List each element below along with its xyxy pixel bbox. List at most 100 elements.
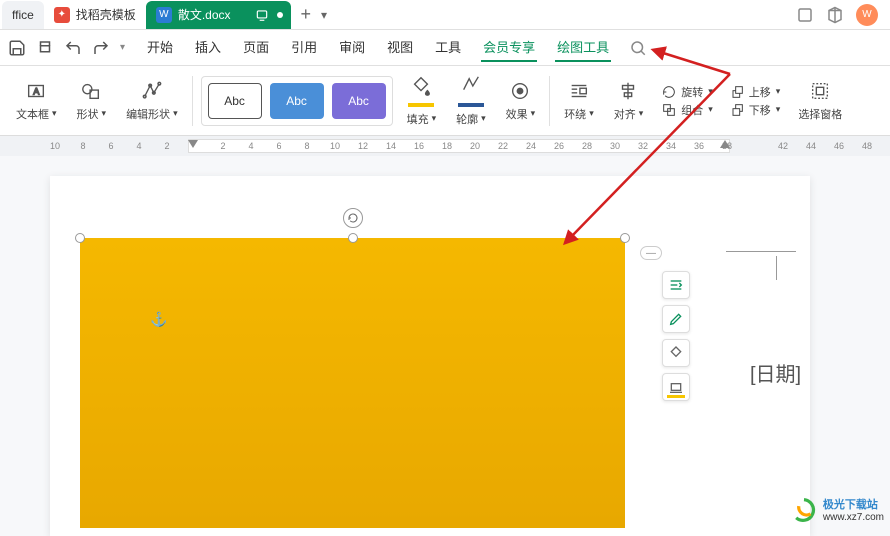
resize-handle-tm[interactable] xyxy=(348,233,358,243)
menu-insert[interactable]: 插入 xyxy=(193,33,223,62)
style-preset-3[interactable]: Abc xyxy=(332,83,386,119)
word-doc-icon: W xyxy=(156,7,172,23)
ruler-tick: 14 xyxy=(386,141,396,151)
left-indent-marker[interactable] xyxy=(188,140,198,150)
selected-shape-rectangle[interactable] xyxy=(80,238,625,528)
outline-color-swatch xyxy=(458,103,484,107)
tab-template[interactable]: ✦ 找稻壳模板 xyxy=(44,1,146,29)
menu-reference[interactable]: 引用 xyxy=(289,33,319,62)
ruler-tick: 46 xyxy=(834,141,844,151)
redo-icon[interactable] xyxy=(92,39,110,57)
ruler-tick: 4 xyxy=(246,141,256,151)
template-icon: ✦ xyxy=(54,7,70,23)
ribbon-divider xyxy=(192,76,193,126)
anchor-icon: ⚓ xyxy=(150,311,167,328)
add-tab-button[interactable]: + xyxy=(301,4,312,25)
edit-shape-button[interactable]: 编辑形状▾ xyxy=(120,80,184,122)
ruler-tick: 42 xyxy=(778,141,788,151)
horizontal-ruler[interactable]: 1086422468101214161820222426283032343638… xyxy=(0,136,890,156)
resize-handle-tl[interactable] xyxy=(75,233,85,243)
ruler-tick: 36 xyxy=(694,141,704,151)
ruler-tick: 22 xyxy=(498,141,508,151)
float-edit-button[interactable] xyxy=(662,305,690,333)
qat-dropdown[interactable]: ▾ xyxy=(120,42,125,53)
ribbon-divider xyxy=(549,76,550,126)
selection-pane-button[interactable]: 选择窗格 xyxy=(792,80,848,122)
user-avatar[interactable]: W xyxy=(856,4,878,26)
group-button[interactable]: 组合▾ xyxy=(661,102,713,118)
date-placeholder-text[interactable]: [日期] xyxy=(750,358,801,387)
window-icon[interactable] xyxy=(796,6,814,24)
move-down-button[interactable]: 下移▾ xyxy=(729,102,781,118)
resize-handle-tr[interactable] xyxy=(620,233,630,243)
device-icon xyxy=(255,8,269,22)
ruler-tick: 28 xyxy=(582,141,592,151)
menu-tool[interactable]: 工具 xyxy=(433,33,463,62)
rotate-handle[interactable] xyxy=(343,208,363,228)
save-icon[interactable] xyxy=(8,39,26,57)
menu-page[interactable]: 页面 xyxy=(241,33,271,62)
shape-styles-gallery[interactable]: Abc Abc Abc xyxy=(201,76,393,126)
status-dot-icon xyxy=(277,12,283,18)
fill-button[interactable]: 填充▾ xyxy=(401,75,443,127)
site-watermark: 极光下载站 www.xz7.com xyxy=(791,496,884,523)
ruler-tick: 2 xyxy=(162,141,172,151)
move-up-button[interactable]: 上移▾ xyxy=(729,84,781,100)
document-page[interactable]: ⚓ — [日期] xyxy=(50,176,810,536)
tab-office-label: ffice xyxy=(12,8,34,22)
ruler-tick: 34 xyxy=(666,141,676,151)
ruler-tick: 18 xyxy=(442,141,452,151)
effect-button[interactable]: 效果▾ xyxy=(500,80,542,122)
ruler-tick: 30 xyxy=(610,141,620,151)
watermark-url: www.xz7.com xyxy=(823,512,884,523)
tab-active-doc[interactable]: W 散文.docx xyxy=(146,1,291,29)
ruler-tick xyxy=(750,141,760,151)
outline-button[interactable]: 轮廓▾ xyxy=(450,75,492,127)
date-guide-lines xyxy=(726,251,806,280)
shapes-button[interactable]: 形状▾ xyxy=(71,80,113,122)
search-icon[interactable] xyxy=(629,39,647,57)
menu-view[interactable]: 视图 xyxy=(385,33,415,62)
ruler-tick: 8 xyxy=(78,141,88,151)
rotate-button[interactable]: 旋转▾ xyxy=(661,84,713,100)
menu-review[interactable]: 审阅 xyxy=(337,33,367,62)
wrap-button[interactable]: 环绕▾ xyxy=(558,80,600,122)
float-layout-button[interactable] xyxy=(662,271,690,299)
tab-office[interactable]: ffice xyxy=(2,1,44,29)
ruler-tick: 8 xyxy=(302,141,312,151)
menu-vip[interactable]: 会员专享 xyxy=(481,33,537,62)
ruler-tick: 10 xyxy=(330,141,340,151)
fill-color-swatch xyxy=(408,103,434,107)
tab-template-label: 找稻壳模板 xyxy=(76,6,136,23)
collapse-button[interactable]: — xyxy=(640,246,662,260)
ruler-tick: 48 xyxy=(862,141,872,151)
ruler-tick: 6 xyxy=(274,141,284,151)
ruler-tick: 32 xyxy=(638,141,648,151)
undo-icon[interactable] xyxy=(64,39,82,57)
textbox-button[interactable]: A 文本框▾ xyxy=(10,80,63,122)
ruler-tick: 44 xyxy=(806,141,816,151)
tab-menu-dropdown[interactable]: ▾ xyxy=(321,8,327,22)
ruler-tick: 4 xyxy=(134,141,144,151)
watermark-name: 极光下载站 xyxy=(823,496,884,512)
style-preset-1[interactable]: Abc xyxy=(208,83,262,119)
ruler-tick: 24 xyxy=(526,141,536,151)
float-fill-button[interactable] xyxy=(662,339,690,367)
ruler-tick: 10 xyxy=(50,141,60,151)
style-preset-2[interactable]: Abc xyxy=(270,83,324,119)
cube-icon[interactable] xyxy=(826,6,844,24)
right-indent-marker[interactable] xyxy=(720,140,730,150)
ruler-tick: 20 xyxy=(470,141,480,151)
watermark-logo-icon xyxy=(791,497,817,523)
ruler-tick: 16 xyxy=(414,141,424,151)
ruler-tick: 26 xyxy=(554,141,564,151)
ruler-tick: 6 xyxy=(106,141,116,151)
menu-drawing-tools[interactable]: 绘图工具 xyxy=(555,33,611,62)
tab-active-label: 散文.docx xyxy=(178,6,231,23)
align-button[interactable]: 对齐▾ xyxy=(608,80,650,122)
ruler-tick: 2 xyxy=(218,141,228,151)
menu-start[interactable]: 开始 xyxy=(145,33,175,62)
svg-text:A: A xyxy=(34,86,41,96)
print-icon[interactable] xyxy=(36,39,54,57)
ruler-tick: 12 xyxy=(358,141,368,151)
